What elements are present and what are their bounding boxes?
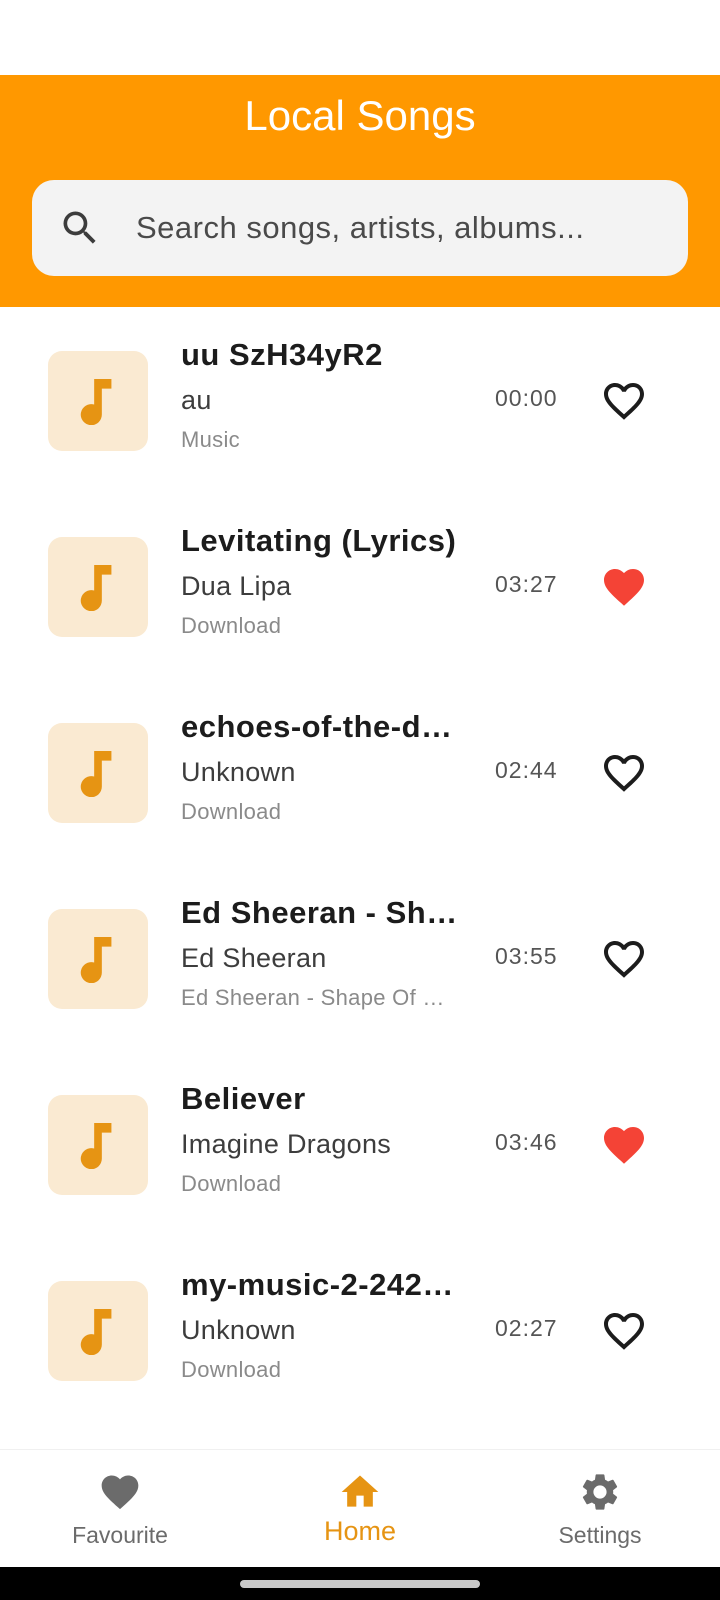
search-input[interactable]: Search songs, artists, albums... (32, 180, 688, 276)
heart-filled-icon[interactable] (600, 1121, 648, 1169)
song-artist: Ed Sheeran (181, 943, 327, 973)
album-art (48, 909, 148, 1009)
bottom-navigation: Favourite Home Settings (0, 1449, 720, 1567)
song-list: uu SzH34yR2 au Music 00:00 Levitating (L… (0, 307, 720, 1449)
song-duration: 03:55 (495, 943, 558, 969)
song-album: Download (181, 1357, 282, 1382)
song-title: my-music-2-242… (181, 1267, 454, 1302)
music-note-icon (80, 1309, 112, 1355)
song-duration: 00:00 (495, 385, 558, 411)
music-note-icon (80, 379, 112, 425)
song-row[interactable]: my-music-2-242… Unknown Download 02:27 (0, 1237, 720, 1423)
system-gesture-bar (0, 1567, 720, 1600)
heart-outline-icon[interactable] (600, 377, 648, 425)
album-art (48, 1281, 148, 1381)
song-album: Music (181, 427, 240, 452)
song-album: Download (181, 1171, 282, 1196)
song-row[interactable]: echoes-of-the-d… Unknown Download 02:44 (0, 679, 720, 865)
album-art (48, 723, 148, 823)
nav-item-favourite[interactable]: Favourite (0, 1450, 240, 1568)
song-album: Download (181, 613, 282, 638)
music-note-icon (80, 1123, 112, 1169)
heart-filled-icon[interactable] (600, 563, 648, 611)
home-gesture-handle[interactable] (240, 1580, 480, 1588)
song-row[interactable]: Ed Sheeran - Sh… Ed Sheeran Ed Sheeran -… (0, 865, 720, 1051)
page-title: Local Songs (244, 92, 476, 139)
song-title: uu SzH34yR2 (181, 337, 383, 372)
status-bar (0, 0, 720, 75)
song-title: Levitating (Lyrics) (181, 523, 457, 558)
heart-outline-icon[interactable] (600, 1307, 648, 1355)
music-note-icon (80, 937, 112, 983)
song-row[interactable]: uu SzH34yR2 au Music 00:00 (0, 307, 720, 493)
song-title: Ed Sheeran - Sh… (181, 895, 458, 930)
gear-icon (582, 1474, 618, 1510)
song-duration: 02:44 (495, 757, 558, 783)
music-note-icon (80, 751, 112, 797)
song-artist: Unknown (181, 757, 296, 787)
nav-label: Home (323, 1516, 397, 1546)
heart-icon (101, 1475, 139, 1510)
home-icon (341, 1475, 379, 1507)
song-artist: Dua Lipa (181, 571, 292, 601)
nav-item-home[interactable]: Home (240, 1450, 480, 1568)
song-row[interactable]: Levitating (Lyrics) Dua Lipa Download 03… (0, 493, 720, 679)
song-artist: Unknown (181, 1315, 296, 1345)
album-art (48, 537, 148, 637)
app-header: Local Songs Search songs, artists, album… (0, 75, 720, 307)
song-artist: au (181, 385, 212, 415)
song-duration: 02:27 (495, 1315, 558, 1341)
song-album: Ed Sheeran - Shape Of … (181, 985, 445, 1010)
album-art (48, 1095, 148, 1195)
song-artist: Imagine Dragons (181, 1129, 392, 1159)
music-note-icon (80, 565, 112, 611)
heart-outline-icon[interactable] (600, 749, 648, 797)
song-duration: 03:27 (495, 571, 558, 597)
nav-label: Settings (558, 1522, 642, 1548)
song-row[interactable]: Believer Imagine Dragons Download 03:46 (0, 1051, 720, 1237)
song-duration: 03:46 (495, 1129, 558, 1155)
heart-outline-icon[interactable] (600, 935, 648, 983)
song-title: Believer (181, 1081, 306, 1116)
search-placeholder: Search songs, artists, albums... (136, 210, 585, 245)
song-title: echoes-of-the-d… (181, 709, 453, 744)
album-art (48, 351, 148, 451)
song-album: Download (181, 799, 282, 824)
nav-label: Favourite (72, 1522, 168, 1548)
search-icon (63, 211, 96, 244)
nav-item-settings[interactable]: Settings (480, 1450, 720, 1568)
